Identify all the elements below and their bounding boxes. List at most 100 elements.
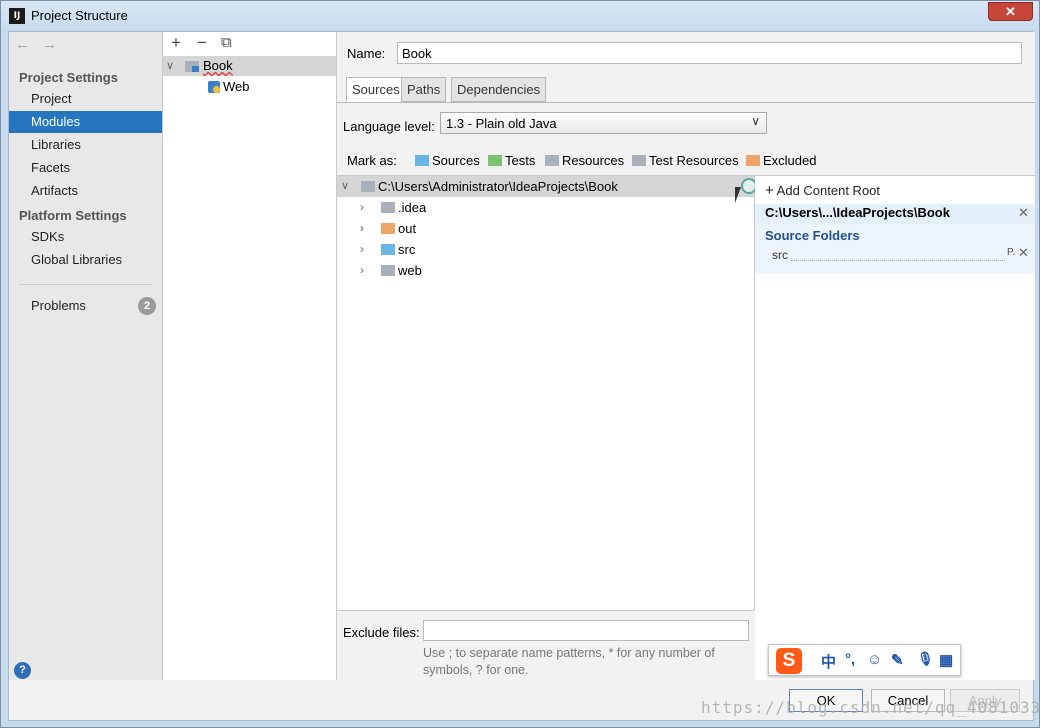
remove-content-root-icon[interactable]: ✕: [1018, 205, 1029, 221]
handwriting-icon[interactable]: ✎: [891, 651, 904, 669]
title-bar[interactable]: IJ Project Structure ✕: [1, 1, 1039, 31]
emoji-icon[interactable]: ☺: [867, 651, 882, 668]
idea-folder-icon: [381, 202, 395, 213]
nav-item-project[interactable]: Project: [9, 88, 162, 110]
exclude-files-label: Exclude files:: [343, 625, 420, 640]
source-folder-icon: [381, 244, 395, 255]
language-level-label: Language level:: [343, 119, 435, 134]
ime-toolbar: S 中 °, ☺ ✎ 🎙 ▦: [768, 644, 961, 676]
punctuation-icon[interactable]: °,: [845, 651, 855, 668]
tab-dependencies[interactable]: Dependencies: [451, 77, 547, 102]
folder-label: out: [398, 221, 417, 236]
tree-row-web[interactable]: › web: [337, 260, 754, 281]
nav-divider: [19, 284, 152, 285]
copy-module-icon[interactable]: ⧉: [221, 34, 232, 51]
source-folders-title: Source Folders: [765, 228, 860, 243]
name-label-text: Name:: [347, 46, 386, 61]
chevron-right-icon[interactable]: ›: [360, 239, 364, 260]
module-name-label: Book: [203, 58, 233, 73]
watermark: https://blog.csdn.net/qq_40810331: [701, 698, 1040, 717]
tree-row-src[interactable]: › src: [337, 239, 754, 260]
chevron-right-icon[interactable]: ›: [360, 197, 364, 218]
chevron-down-icon[interactable]: ∨: [166, 56, 174, 76]
nav-item-global-libraries[interactable]: Global Libraries: [9, 249, 162, 271]
source-folder-tree: ∨ C:\Users\Administrator\IdeaProjects\Bo…: [337, 175, 757, 680]
tab-paths[interactable]: Paths: [401, 77, 447, 102]
plus-icon: +: [765, 182, 774, 199]
project-settings-heading: Project Settings: [19, 70, 118, 85]
tree-row-root[interactable]: ∨ C:\Users\Administrator\IdeaProjects\Bo…: [337, 176, 754, 197]
module-name-input[interactable]: [397, 42, 1022, 64]
remove-module-icon[interactable]: −: [197, 33, 207, 53]
excluded-folder-icon: [746, 155, 760, 166]
root-path-label: C:\Users\Administrator\IdeaProjects\Book: [378, 179, 618, 194]
add-module-icon[interactable]: +: [171, 33, 181, 53]
chevron-down-icon[interactable]: ∨: [341, 176, 349, 197]
mark-excluded-label: Excluded: [763, 153, 817, 168]
nav-item-artifacts[interactable]: Artifacts: [9, 180, 162, 202]
package-prefix-icon[interactable]: P.: [1007, 247, 1015, 258]
folder-label: web: [398, 263, 422, 278]
module-row-book[interactable]: ∨ Book: [163, 56, 336, 76]
exclude-files-help: Use ; to separate name patterns, * for a…: [423, 646, 715, 677]
microphone-icon[interactable]: 🎙: [917, 651, 934, 667]
exclude-files-input[interactable]: [423, 620, 749, 641]
mark-tests-label: Tests: [505, 153, 536, 168]
mark-excluded-button[interactable]: Excluded: [746, 153, 816, 168]
settings-navigation: ← → Project Settings Project Modules Lib…: [9, 32, 163, 680]
web-facet-icon: [208, 81, 220, 93]
mark-resources-button[interactable]: Resources: [545, 153, 624, 168]
facet-name-label: Web: [223, 79, 250, 94]
exclude-files-section: Exclude files: Use ; to separate name pa…: [337, 610, 755, 680]
remove-source-folder-icon[interactable]: ✕: [1018, 245, 1029, 261]
language-level-select[interactable]: 1.3 - Plain old Java ∨: [440, 112, 767, 134]
nav-item-sdks[interactable]: SDKs: [9, 226, 162, 248]
intellij-app-icon: IJ: [9, 8, 25, 24]
tree-row-idea[interactable]: › .idea: [337, 197, 754, 218]
mark-sources-button[interactable]: Sources: [415, 153, 480, 168]
platform-settings-heading: Platform Settings: [19, 208, 127, 223]
content-roots-panel: + Add Content Root C:\Users\...\IdeaProj…: [755, 175, 1035, 680]
toolbox-icon[interactable]: ▦: [939, 651, 953, 669]
chevron-right-icon[interactable]: ›: [360, 218, 364, 239]
facet-row-web[interactable]: Web: [163, 77, 336, 97]
resources-folder-icon: [545, 155, 559, 166]
nav-item-modules[interactable]: Modules: [9, 111, 162, 133]
content-root-path: C:\Users\...\IdeaProjects\Book: [765, 205, 950, 220]
test-resources-folder-icon: [632, 155, 646, 166]
mark-resources-label: Resources: [562, 153, 625, 168]
chevron-right-icon[interactable]: ›: [360, 260, 364, 281]
name-label: Name:: [347, 46, 385, 61]
tab-divider: [337, 102, 1035, 103]
folder-icon: [381, 265, 395, 276]
chevron-down-icon: ∨: [751, 114, 760, 128]
help-button[interactable]: ?: [14, 662, 31, 679]
folder-icon: [361, 181, 375, 192]
add-content-root-button[interactable]: + Add Content Root: [765, 182, 880, 199]
tests-folder-icon: [488, 155, 502, 166]
sogou-logo-icon[interactable]: S: [776, 648, 802, 674]
mouse-cursor-icon: [735, 187, 747, 203]
module-folder-icon: [185, 61, 199, 72]
mark-test-resources-button[interactable]: Test Resources: [632, 153, 739, 168]
folder-label: src: [398, 242, 416, 257]
mark-as-label: Mark as:: [347, 153, 397, 168]
chinese-mode-icon[interactable]: 中: [821, 651, 836, 672]
folder-label: .idea: [398, 200, 427, 215]
source-folder-item[interactable]: src: [772, 248, 788, 262]
nav-item-facets[interactable]: Facets: [9, 157, 162, 179]
nav-item-libraries[interactable]: Libraries: [9, 134, 162, 156]
close-button[interactable]: ✕: [988, 2, 1033, 21]
mark-test-resources-label: Test Resources: [649, 153, 739, 168]
module-settings-panel: Name: Sources Paths Dependencies Languag…: [337, 32, 1035, 680]
add-content-root-label: Add Content Root: [776, 183, 881, 198]
mark-sources-label: Sources: [432, 153, 480, 168]
forward-arrow-icon[interactable]: →: [42, 36, 57, 53]
content-root-header: C:\Users\...\IdeaProjects\Book: [755, 204, 1035, 224]
tab-sources[interactable]: Sources: [346, 77, 406, 102]
mark-tests-button[interactable]: Tests: [488, 153, 535, 168]
tree-row-out[interactable]: › out: [337, 218, 754, 239]
language-level-value: 1.3 - Plain old Java: [446, 116, 557, 131]
module-tree-panel: + − ⧉ ∨ Book Web: [163, 32, 337, 680]
back-arrow-icon[interactable]: ←: [15, 36, 30, 53]
